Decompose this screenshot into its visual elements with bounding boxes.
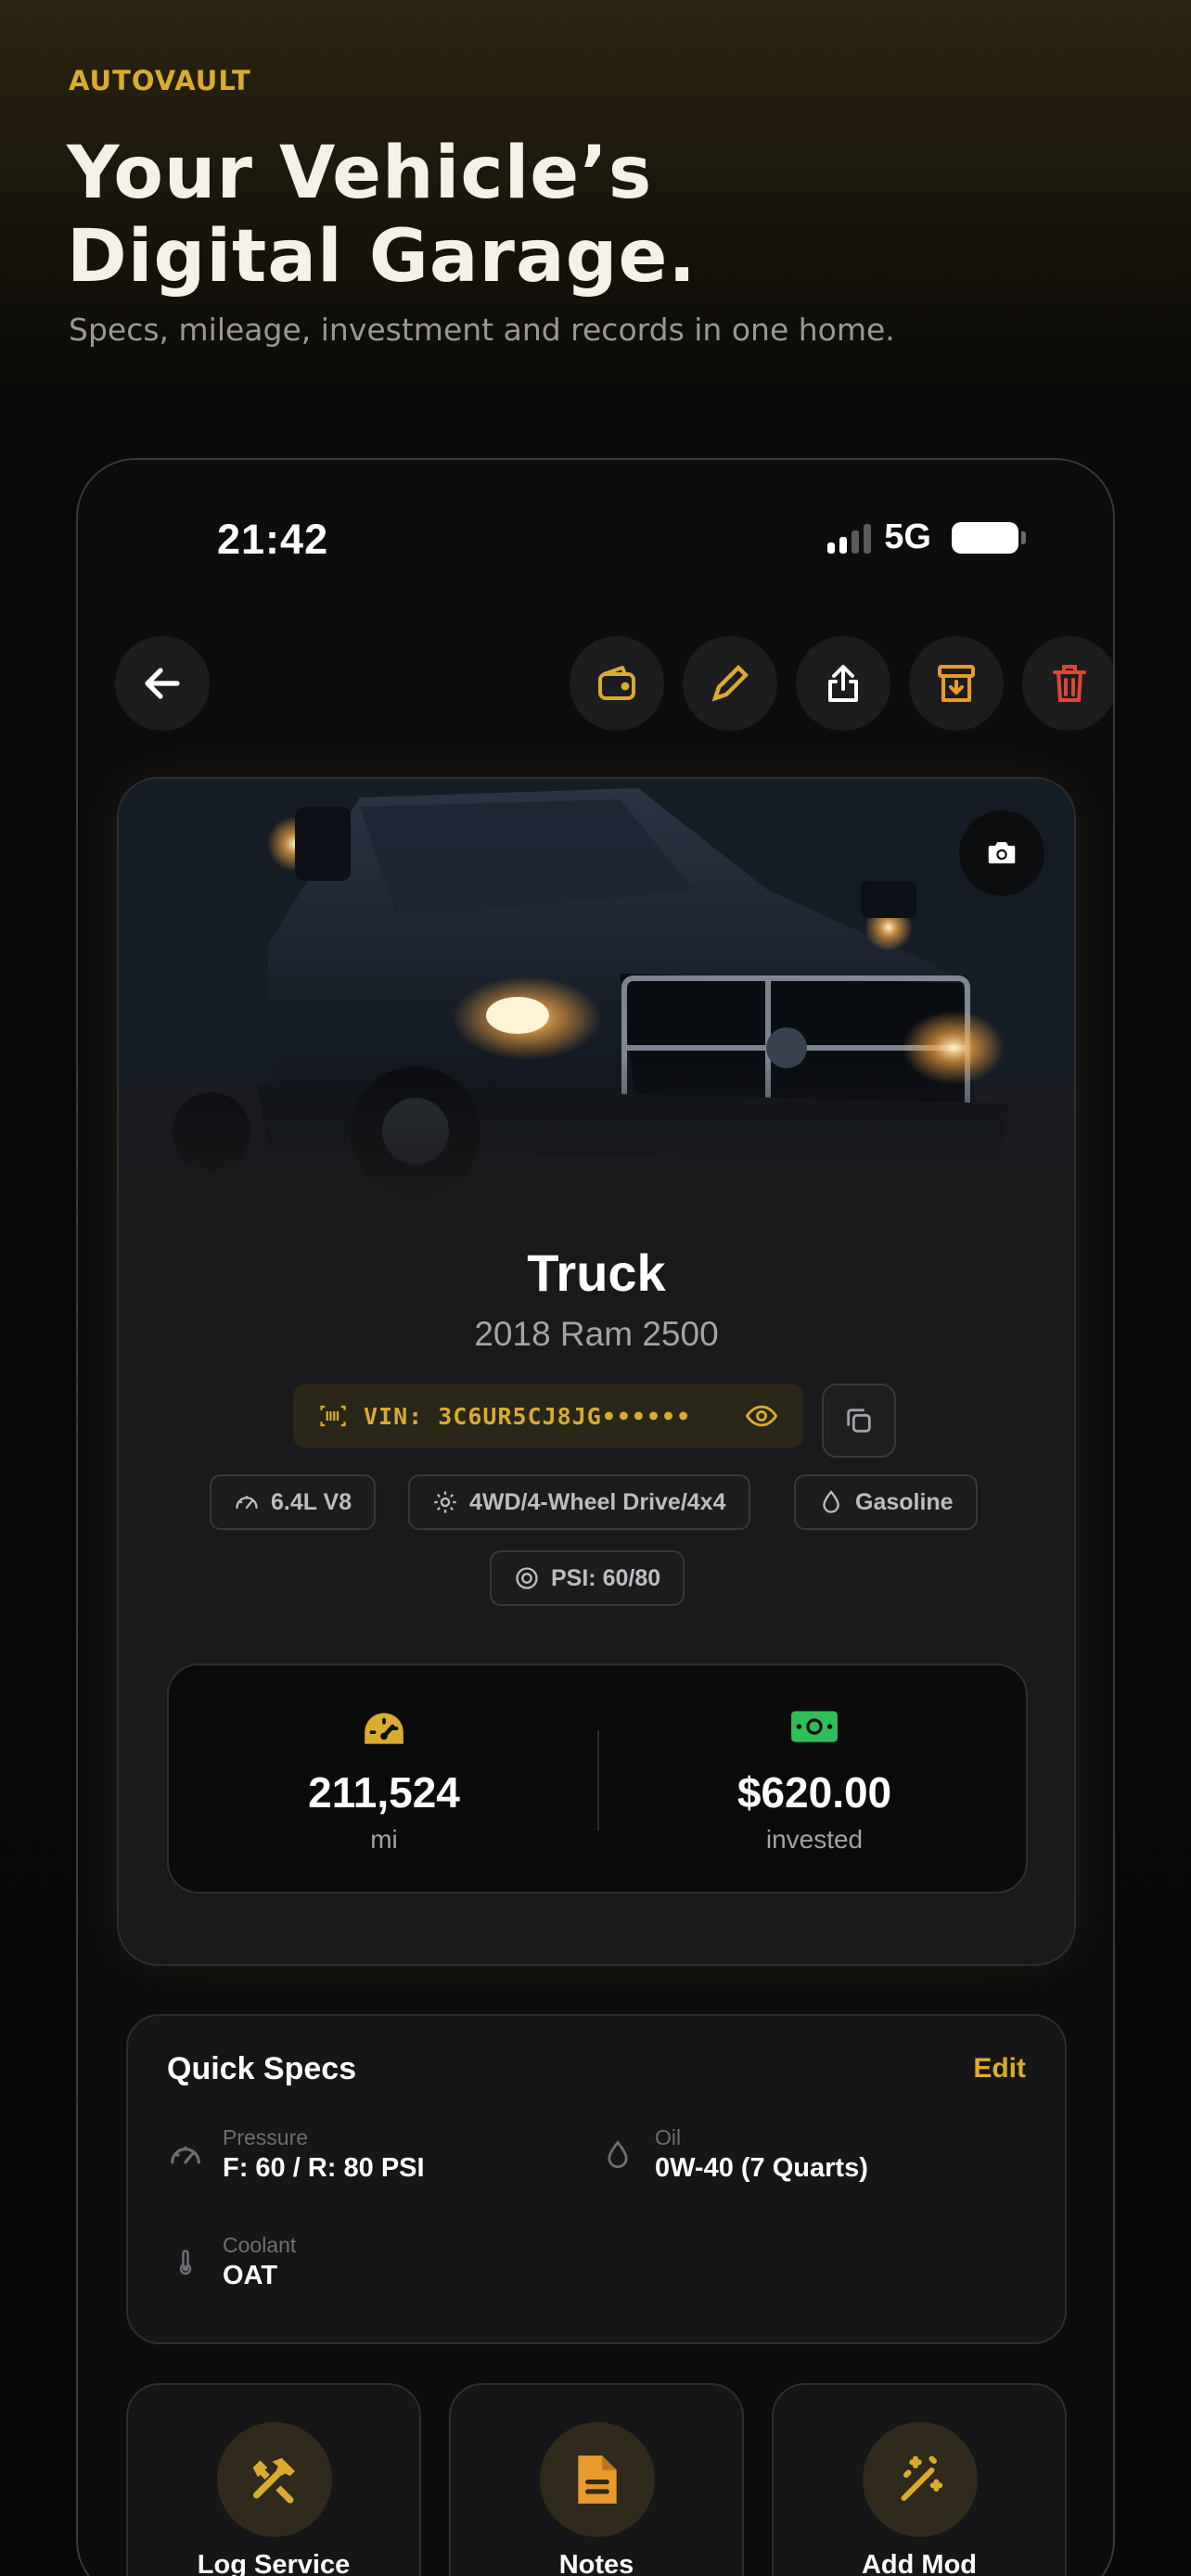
edit-button[interactable]	[683, 636, 777, 731]
investment-stat: $620.00 invested	[599, 1665, 1030, 1892]
gauge-icon	[236, 1496, 258, 1509]
headline-line-1: Your Vehicle’s	[67, 132, 653, 215]
vehicle-card: Truck 2018 Ram 2500 VIN: 3C6UR5CJ8JG••••…	[117, 777, 1076, 1966]
money-icon	[791, 1711, 838, 1742]
mileage-stat: 211,524 mi	[169, 1665, 599, 1892]
speedometer-icon	[365, 1713, 403, 1744]
trash-icon	[1053, 665, 1086, 702]
page-headline: Your Vehicle’s Digital Garage.	[67, 132, 902, 299]
status-indicators: 5G	[827, 517, 1026, 557]
magic-wand-icon	[901, 2455, 943, 2501]
quick-specs-title: Quick Specs	[167, 2051, 357, 2086]
vehicle-name: Truck	[527, 1243, 666, 1302]
log-service-label: Log Service	[197, 2550, 351, 2576]
stats-panel: 211,524 mi $620.00 invested	[167, 1664, 1028, 1894]
drivetrain-chip: 4WD/4-Wheel Drive/4x4	[408, 1474, 750, 1530]
vin-text: VIN: 3C6UR5CJ8JG••••••	[364, 1402, 692, 1430]
share-icon	[828, 665, 858, 702]
drop-icon	[823, 1490, 839, 1513]
drivetrain-chip-label: 4WD/4-Wheel Drive/4x4	[469, 1488, 726, 1515]
spec-coolant-label: Coolant	[223, 2233, 297, 2257]
log-service-button[interactable]: Log Service	[126, 2383, 421, 2576]
notes-button[interactable]: Notes	[449, 2383, 744, 2576]
wallet-icon	[598, 666, 635, 700]
investment-value: $620.00	[736, 1768, 892, 1817]
eye-icon[interactable]	[746, 1404, 777, 1428]
camera-icon	[988, 842, 1016, 864]
back-button[interactable]	[115, 636, 210, 731]
engine-chip: 6.4L V8	[210, 1474, 377, 1530]
vin-badge[interactable]: VIN: 3C6UR5CJ8JG••••••	[293, 1384, 803, 1448]
thermometer-icon	[179, 2250, 192, 2276]
notes-label: Notes	[558, 2550, 634, 2576]
hammer-wrench-icon	[252, 2457, 295, 2504]
delete-button[interactable]	[1022, 636, 1113, 731]
engine-chip-label: 6.4L V8	[271, 1488, 352, 1515]
signal-icon	[827, 522, 872, 554]
investment-label: invested	[765, 1825, 864, 1854]
vehicle-model: 2018 Ram 2500	[474, 1315, 719, 1353]
archive-button[interactable]	[909, 636, 1004, 731]
spec-oil-value: 0W-40 (7 Quarts)	[655, 2153, 868, 2183]
copy-vin-button[interactable]	[822, 1384, 896, 1458]
add-mod-label: Add Mod	[861, 2550, 977, 2576]
barcode-icon	[320, 1405, 346, 1427]
copy-icon	[847, 1409, 871, 1433]
headline-line-2: Digital Garage.	[67, 215, 697, 299]
spec-oil: Oil 0W-40 (7 Quarts)	[599, 2125, 989, 2190]
gauge-icon	[171, 2146, 200, 2164]
quick-specs-card: Quick Specs Edit Pressure F: 60 / R: 80 …	[126, 2014, 1067, 2344]
brand-label: AUTOVAULT	[69, 65, 251, 96]
quick-specs-edit-button[interactable]: Edit	[973, 2053, 1026, 2085]
spec-coolant-value: OAT	[223, 2261, 278, 2290]
change-photo-button[interactable]	[959, 810, 1044, 896]
spec-pressure: Pressure F: 60 / R: 80 PSI	[167, 2125, 557, 2190]
network-label: 5G	[884, 517, 931, 556]
share-button[interactable]	[796, 636, 890, 731]
battery-icon	[952, 521, 1026, 554]
fuel-chip-label: Gasoline	[855, 1488, 954, 1515]
spec-pressure-value: F: 60 / R: 80 PSI	[223, 2153, 425, 2183]
wallet-button[interactable]	[570, 636, 664, 731]
vehicle-photo[interactable]	[119, 779, 1074, 1205]
drop-icon	[608, 2140, 628, 2169]
add-mod-button[interactable]: Add Mod	[772, 2383, 1067, 2576]
fuel-chip: Gasoline	[794, 1474, 978, 1530]
mileage-unit: mi	[370, 1825, 398, 1854]
spec-pressure-label: Pressure	[223, 2125, 309, 2149]
phone-frame: 21:42 5G Truck 2018 Ram 2500 VIN: 3C6UR5…	[76, 458, 1115, 2576]
gear-icon	[434, 1491, 456, 1513]
pencil-icon	[711, 664, 749, 702]
spec-oil-label: Oil	[655, 2125, 682, 2149]
document-icon	[578, 2455, 617, 2504]
status-time: 21:42	[217, 516, 329, 563]
page-subline: Specs, mileage, investment and records i…	[69, 312, 895, 348]
toolbar	[115, 636, 1113, 731]
spec-coolant: Coolant OAT	[167, 2233, 557, 2298]
back-arrow-icon	[145, 668, 180, 699]
mileage-value: 211,524	[308, 1768, 460, 1817]
target-icon	[516, 1567, 538, 1589]
psi-chip: PSI: 60/80	[490, 1550, 685, 1606]
psi-chip-label: PSI: 60/80	[551, 1564, 661, 1591]
archive-icon	[938, 665, 975, 702]
